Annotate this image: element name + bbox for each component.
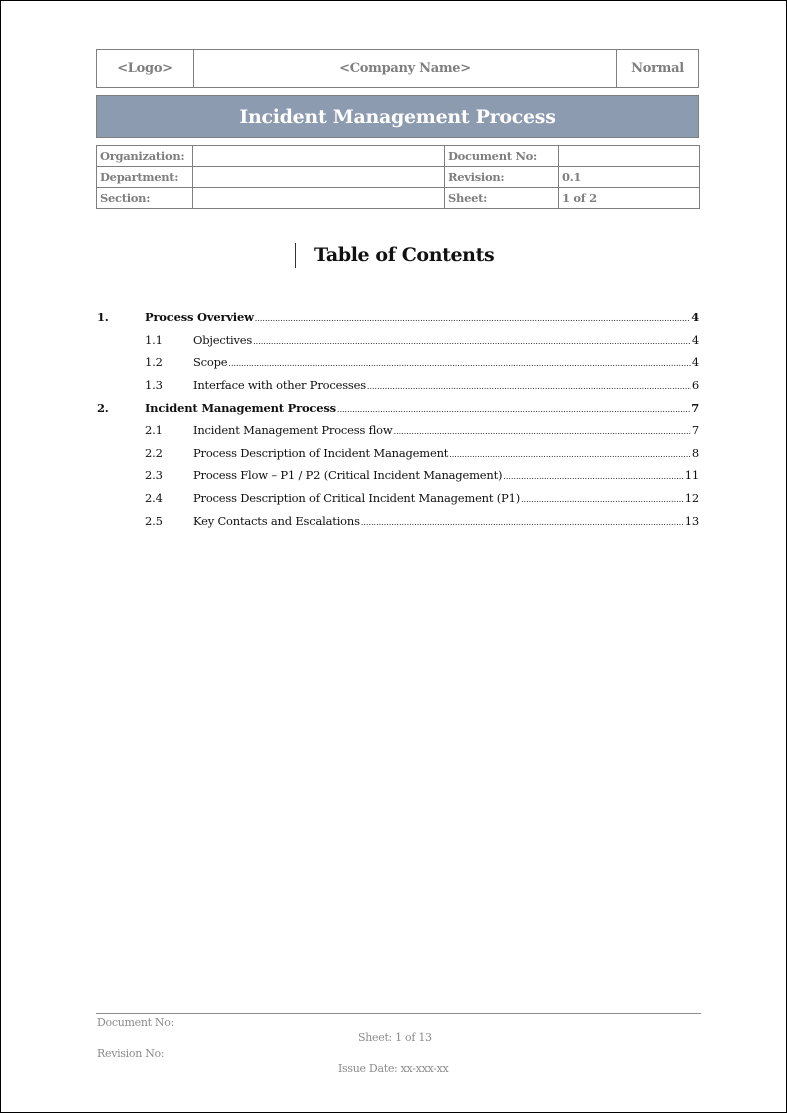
toc-entry-page: 6 (691, 378, 699, 393)
toc-entry-number: 2.1 (145, 423, 163, 438)
toc-entry[interactable]: 1.1 Objectives...........................… (97, 329, 699, 352)
toc-entry[interactable]: 2.1 Incident Management Process flow.....… (97, 419, 699, 442)
toc-dot-leader: ........................................… (393, 427, 691, 437)
toc-entry-line: Incident Management Process.............… (145, 401, 699, 415)
department-value (192, 166, 445, 188)
toc-entry-line: Process Description of Incident Manageme… (193, 446, 699, 460)
toc-entry[interactable]: 2.4 Process Description of Critical Incid… (97, 487, 699, 510)
footer-issue-date: Issue Date: xx-xxx-xx (338, 1062, 449, 1075)
toc-entry-page: 11 (684, 468, 699, 483)
logo-placeholder: <Logo> (97, 50, 194, 87)
toc-entry-number: 1.3 (145, 378, 163, 393)
header-table: <Logo> <Company Name> Normal (96, 49, 699, 88)
department-label: Department: (96, 166, 193, 188)
toc-entry-line: Process Flow – P1 / P2 (Critical Inciden… (193, 468, 699, 482)
toc-title: Table of Contents (295, 243, 495, 268)
toc-entry-line: Process Description of Critical Incident… (193, 491, 699, 505)
revision-label: Revision: (444, 166, 559, 188)
toc-entry-number: 2.4 (145, 491, 163, 506)
toc-entry-label[interactable]: Process Description of Incident Manageme… (193, 446, 448, 460)
toc-entry-label[interactable]: Process Flow – P1 / P2 (Critical Inciden… (193, 468, 502, 482)
toc-entry-page: 8 (691, 445, 699, 460)
document-no-label: Document No: (444, 145, 559, 167)
footer-revision-no: Revision No: (97, 1047, 165, 1060)
meta-row: Department: Revision: 0.1 (96, 166, 700, 188)
toc-entry-label[interactable]: Key Contacts and Escalations (193, 514, 360, 528)
document-meta-table: Organization: Document No: Department: R… (96, 145, 700, 209)
toc-entry-line: Incident Management Process flow........… (193, 423, 699, 437)
toc-entry-line: Objectives..............................… (193, 333, 699, 347)
toc-entry-label[interactable]: Scope (193, 355, 228, 369)
toc-dot-leader: ........................................… (449, 449, 691, 459)
toc-entry-number: 1. (97, 310, 109, 325)
document-page: <Logo> <Company Name> Normal Incident Ma… (0, 0, 787, 1113)
meta-row: Section: Sheet: 1 of 2 (96, 187, 700, 209)
toc-entry-number: 2.5 (145, 513, 163, 528)
toc-entry-number: 1.2 (145, 355, 163, 370)
footer-divider (96, 1013, 701, 1014)
toc-entry-number: 1.1 (145, 332, 163, 347)
toc-entry-page: 4 (691, 332, 699, 347)
toc-entry-number: 2. (97, 400, 109, 415)
classification-label: Normal (631, 61, 684, 76)
toc-entry-page: 12 (684, 491, 699, 506)
toc-entry[interactable]: 2.5 Key Contacts and Escalations.........… (97, 509, 699, 532)
toc-entry-label[interactable]: Incident Management Process flow (193, 423, 393, 437)
toc-entry-page: 13 (684, 513, 699, 528)
meta-row: Organization: Document No: (96, 145, 700, 167)
toc-dot-leader: ........................................… (503, 472, 684, 482)
toc-entry-label[interactable]: Incident Management Process (145, 401, 336, 415)
section-value (192, 187, 445, 209)
document-no-value (558, 145, 700, 167)
toc-entry[interactable]: 2. Incident Management Process...........… (97, 396, 699, 419)
toc-entry-line: Scope...................................… (193, 355, 699, 369)
organization-value (192, 145, 445, 167)
toc-dot-leader: ........................................… (228, 359, 691, 369)
toc-entry[interactable]: 1.3 Interface with other Processes.......… (97, 374, 699, 397)
section-label: Section: (96, 187, 193, 209)
toc-entry-line: Interface with other Processes..........… (193, 378, 699, 392)
footer-sheet: Sheet: 1 of 13 (358, 1031, 432, 1044)
toc-entry[interactable]: 2.3 Process Flow – P1 / P2 (Critical Inci… (97, 464, 699, 487)
sheet-value: 1 of 2 (558, 187, 700, 209)
toc-entry-line: Key Contacts and Escalations............… (193, 514, 699, 528)
table-of-contents: 1. Process Overview......................… (97, 306, 699, 532)
toc-entry-label[interactable]: Process Description of Critical Incident… (193, 491, 520, 505)
toc-dot-leader: ........................................… (336, 404, 691, 414)
toc-entry-page: 4 (691, 355, 699, 370)
sheet-label: Sheet: (444, 187, 559, 209)
document-title: Incident Management Process (96, 95, 699, 138)
toc-entry[interactable]: 2.2 Process Description of Incident Manag… (97, 442, 699, 465)
toc-dot-leader: ........................................… (360, 517, 684, 527)
organization-label: Organization: (96, 145, 193, 167)
toc-entry-line: Process Overview........................… (145, 310, 699, 324)
toc-dot-leader: ........................................… (366, 382, 691, 392)
toc-entry-label[interactable]: Objectives (193, 333, 252, 347)
toc-entry-page: 4 (691, 310, 699, 325)
company-name: <Company Name> (194, 50, 617, 87)
toc-entry-number: 2.3 (145, 468, 163, 483)
toc-entry-page: 7 (691, 400, 699, 415)
toc-entry-label[interactable]: Interface with other Processes (193, 378, 366, 392)
toc-entry-number: 2.2 (145, 445, 163, 460)
footer-document-no: Document No: (97, 1016, 174, 1029)
toc-entry[interactable]: 1.2 Scope................................… (97, 351, 699, 374)
toc-entry-page: 7 (691, 423, 699, 438)
toc-dot-leader: ........................................… (521, 495, 684, 505)
toc-dot-leader: ........................................… (253, 336, 691, 346)
toc-entry-label[interactable]: Process Overview (145, 310, 254, 324)
revision-value: 0.1 (558, 166, 700, 188)
toc-entry[interactable]: 1. Process Overview......................… (97, 306, 699, 329)
toc-dot-leader: ........................................… (254, 314, 690, 324)
